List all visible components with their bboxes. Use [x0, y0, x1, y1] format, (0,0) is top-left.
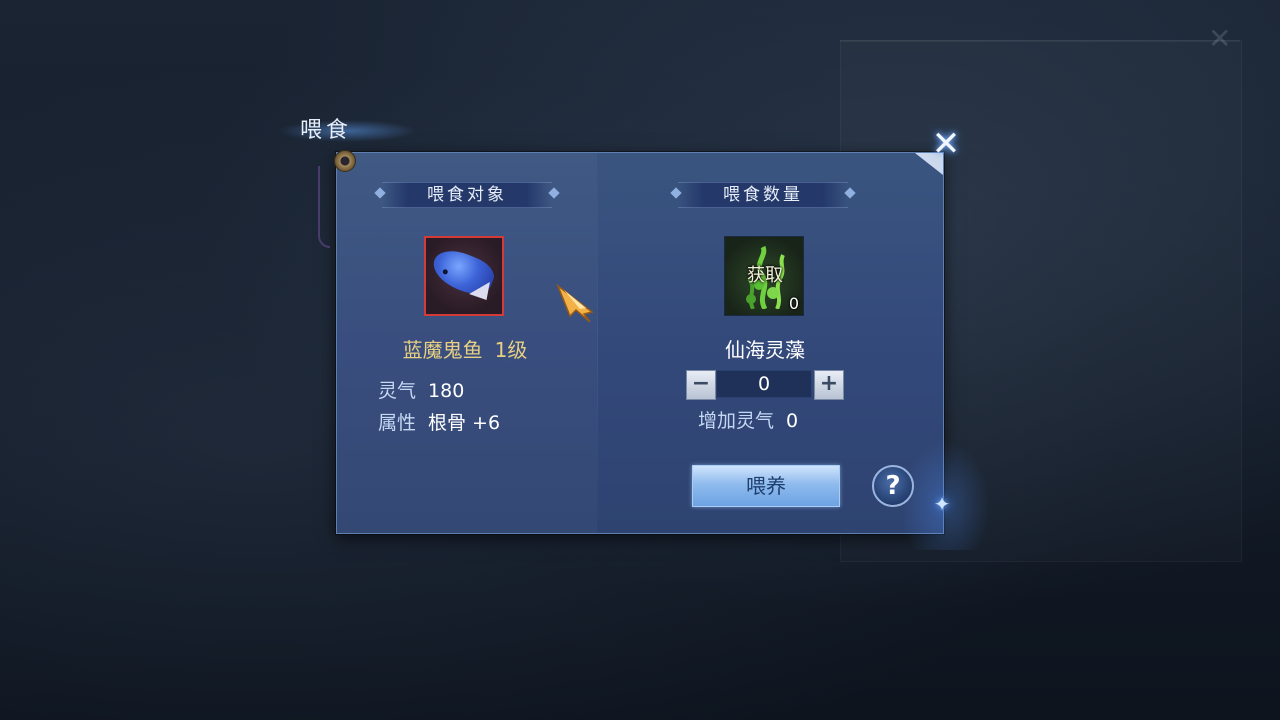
- sparkle-icon: ✦: [933, 492, 951, 516]
- close-button[interactable]: ✕: [928, 126, 964, 162]
- feed-button[interactable]: 喂养: [692, 465, 840, 507]
- arrow-cursor-icon: [556, 283, 594, 322]
- pet-name-text: 蓝魔鬼鱼: [402, 338, 483, 362]
- window-title-text: 喂食: [300, 118, 353, 143]
- background-divider: [840, 40, 1240, 42]
- food-slot[interactable]: 获取 0: [724, 236, 804, 316]
- panel-divider: [597, 153, 598, 533]
- get-item-label[interactable]: 获取: [725, 261, 805, 287]
- window-title: 喂食: [278, 104, 418, 150]
- stat-row-aura: 灵气 180: [378, 376, 464, 403]
- quantity-increase-button[interactable]: +: [814, 370, 844, 400]
- stat-label: 属性: [378, 412, 417, 434]
- stat-value: 根骨 +6: [428, 412, 501, 434]
- pet-slot[interactable]: [424, 236, 504, 316]
- stat-row-attribute: 属性 根骨 +6: [378, 408, 500, 435]
- aura-increase-value: 0: [786, 410, 799, 432]
- section-header-label: 喂食数量: [723, 185, 803, 205]
- fish-eye: [442, 268, 449, 276]
- section-header-feed-quantity: 喂食数量: [670, 182, 856, 208]
- owned-count: 0: [788, 294, 799, 313]
- aura-increase-row: 增加灵气 0: [698, 406, 798, 433]
- aura-increase-label: 增加灵气: [698, 410, 775, 432]
- help-button[interactable]: ?: [872, 465, 914, 507]
- quantity-input[interactable]: 0: [716, 370, 812, 398]
- background-close-icon: ✕: [1208, 22, 1232, 55]
- pin-decoration: [334, 150, 356, 172]
- quantity-decrease-button[interactable]: −: [686, 370, 716, 400]
- section-header-feed-target: 喂食对象: [374, 182, 560, 208]
- food-name: 仙海灵藻: [725, 338, 805, 362]
- stat-label: 灵气: [378, 380, 417, 402]
- pet-level: 1级: [494, 338, 528, 362]
- stat-value: 180: [428, 380, 465, 402]
- pet-name: 蓝魔鬼鱼 1级: [390, 334, 540, 363]
- tassel-decoration: [318, 166, 330, 248]
- section-header-label: 喂食对象: [427, 185, 507, 205]
